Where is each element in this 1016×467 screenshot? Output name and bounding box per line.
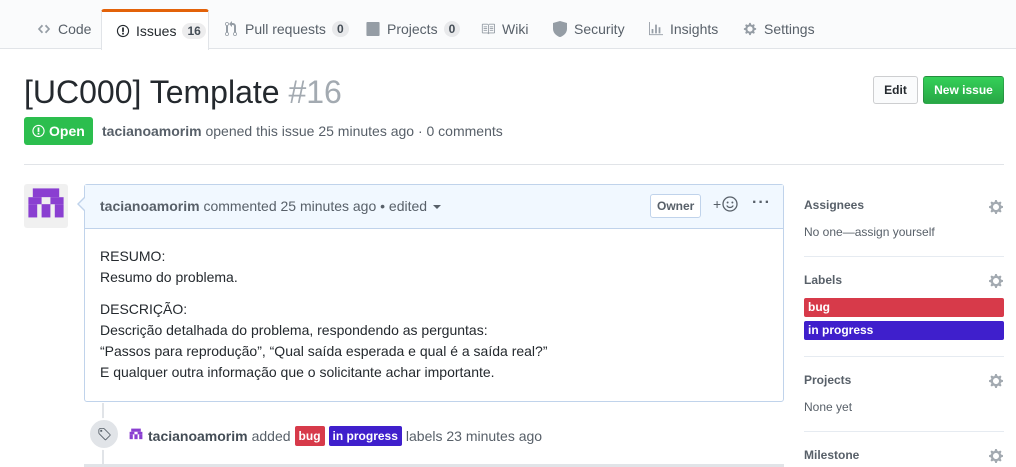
descricao-heading: DESCRIÇÃO: bbox=[100, 301, 188, 317]
event-suffix: labels 23 minutes ago bbox=[405, 428, 543, 444]
label-bug[interactable]: bug bbox=[294, 426, 325, 446]
comment-meta-text[interactable]: commented 25 minutes ago • edited bbox=[203, 198, 427, 214]
plus-label: + bbox=[713, 196, 722, 212]
timeline-event: tacianoamorim added bug in progress labe… bbox=[148, 426, 542, 446]
tab-issues[interactable]: Issues 16 bbox=[101, 9, 209, 50]
repo-nav: Code Issues 16 Pull requests 0 Projects … bbox=[0, 0, 1016, 50]
tab-insights[interactable]: Insights bbox=[634, 9, 732, 49]
sidebar-heading-projects[interactable]: Projects bbox=[804, 373, 851, 387]
gear-icon[interactable] bbox=[989, 199, 1005, 215]
add-reaction-button[interactable]: + bbox=[713, 196, 738, 212]
projects-value: None yet bbox=[804, 400, 853, 414]
comment-author[interactable]: tacianoamorim bbox=[100, 198, 200, 214]
new-issue-button[interactable]: New issue bbox=[923, 76, 1004, 104]
sidebar-heading-labels[interactable]: Labels bbox=[804, 273, 842, 287]
sidebar-heading-milestone[interactable]: Milestone bbox=[804, 448, 859, 462]
issue-opened-icon bbox=[116, 23, 130, 39]
avatar[interactable] bbox=[128, 427, 144, 443]
projects-count: 0 bbox=[443, 21, 461, 37]
gear-icon[interactable] bbox=[989, 273, 1005, 289]
shield-icon bbox=[552, 21, 568, 37]
tab-label: Issues bbox=[136, 23, 177, 39]
pull-requests-count: 0 bbox=[331, 21, 349, 37]
issue-meta-text: opened this issue 25 minutes ago · 0 com… bbox=[205, 123, 503, 139]
avatar[interactable] bbox=[24, 184, 68, 228]
status-badge: Open bbox=[24, 117, 93, 145]
issue-title: [UC000] Template #16 bbox=[24, 72, 342, 112]
smiley-icon bbox=[722, 196, 738, 212]
tab-label: Settings bbox=[764, 21, 815, 37]
tab-pull-requests[interactable]: Pull requests 0 bbox=[209, 9, 363, 49]
divider bbox=[804, 356, 1004, 357]
gear-icon[interactable] bbox=[989, 448, 1005, 464]
git-pull-request-icon bbox=[223, 21, 239, 37]
gear-icon[interactable] bbox=[989, 373, 1005, 389]
divider bbox=[24, 164, 1004, 165]
assignees-value[interactable]: No one—assign yourself bbox=[804, 225, 935, 239]
issues-count: 16 bbox=[182, 23, 206, 39]
label-in-progress[interactable]: in progress bbox=[328, 426, 402, 446]
descricao-line-2: “Passos para reprodução”, “Qual saída es… bbox=[100, 343, 548, 359]
descricao-line-1: Descrição detalhada do problema, respond… bbox=[100, 322, 488, 338]
author-link[interactable]: tacianoamorim bbox=[102, 123, 202, 139]
project-icon bbox=[365, 21, 381, 37]
tab-projects[interactable]: Projects 0 bbox=[351, 9, 474, 49]
tab-settings[interactable]: Settings bbox=[728, 9, 829, 49]
tag-icon bbox=[88, 418, 120, 450]
descricao-line-3: E qualquer outra informação que o solici… bbox=[100, 364, 495, 380]
code-icon bbox=[36, 21, 52, 37]
gear-icon bbox=[742, 21, 758, 37]
sidebar-label-bug[interactable]: bug bbox=[804, 298, 1004, 317]
tab-label: Wiki bbox=[502, 21, 529, 37]
sidebar-label-in-progress[interactable]: in progress bbox=[804, 321, 1004, 340]
tab-label: Insights bbox=[670, 21, 719, 37]
issue-number: #16 bbox=[288, 74, 342, 110]
issue-meta: tacianoamorim opened this issue 25 minut… bbox=[102, 123, 503, 139]
issue-comment: tacianoamorim commented 25 minutes ago •… bbox=[77, 184, 784, 402]
book-icon bbox=[480, 21, 496, 37]
status-label: Open bbox=[49, 123, 85, 139]
resumo-heading: RESUMO: bbox=[100, 248, 166, 264]
comment-header: tacianoamorim commented 25 minutes ago •… bbox=[85, 185, 783, 229]
event-action: added bbox=[251, 428, 291, 444]
kebab-icon[interactable]: ··· bbox=[752, 194, 771, 212]
event-actor[interactable]: tacianoamorim bbox=[148, 428, 248, 444]
issue-title-text: [UC000] Template bbox=[24, 74, 280, 110]
resumo-text: Resumo do problema. bbox=[100, 269, 238, 285]
tab-code[interactable]: Code bbox=[22, 9, 105, 49]
tab-label: Code bbox=[58, 21, 92, 37]
tab-label: Security bbox=[574, 21, 625, 37]
edit-button[interactable]: Edit bbox=[873, 76, 918, 104]
tab-wiki[interactable]: Wiki bbox=[466, 9, 542, 49]
divider bbox=[804, 256, 1004, 257]
comment-body: RESUMO: Resumo do problema. DESCRIÇÃO: D… bbox=[100, 246, 770, 394]
caret-down-icon[interactable] bbox=[432, 205, 441, 210]
tab-label: Pull requests bbox=[245, 21, 326, 37]
issue-opened-icon bbox=[32, 124, 45, 138]
tab-label: Projects bbox=[387, 21, 438, 37]
comment-meta: tacianoamorim commented 25 minutes ago •… bbox=[100, 198, 441, 214]
tab-security[interactable]: Security bbox=[538, 9, 639, 49]
graph-icon bbox=[648, 21, 664, 37]
divider bbox=[804, 431, 1004, 432]
owner-badge: Owner bbox=[650, 194, 702, 218]
sidebar-heading-assignees[interactable]: Assignees bbox=[804, 198, 864, 212]
